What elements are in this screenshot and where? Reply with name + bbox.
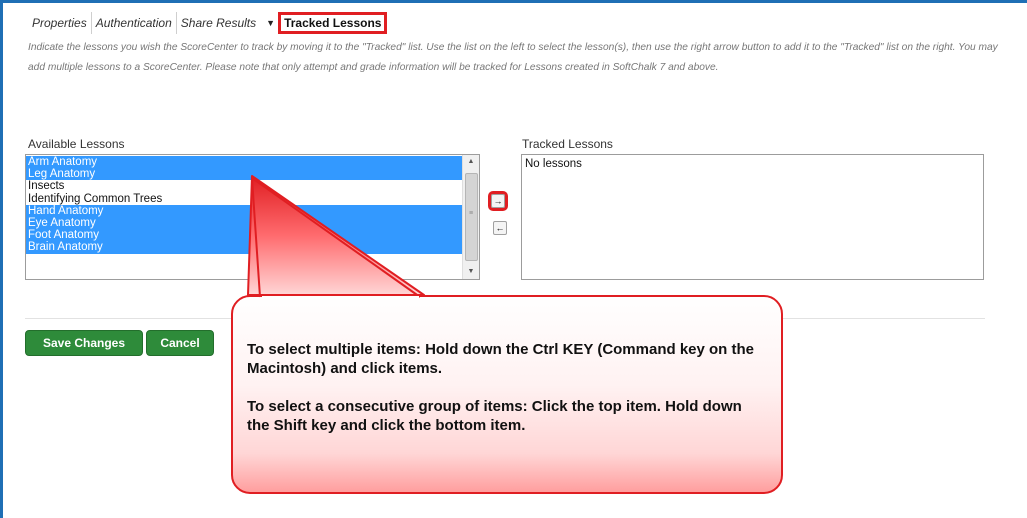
scrollbar-thumb[interactable]: ≡ bbox=[465, 173, 478, 261]
scroll-down-arrow-icon[interactable]: ▼ bbox=[463, 265, 479, 279]
scroll-up-arrow-icon[interactable]: ▲ bbox=[463, 155, 479, 169]
lesson-option[interactable]: Leg Anatomy bbox=[26, 168, 462, 181]
lesson-option[interactable]: Identifying Common Trees bbox=[26, 193, 462, 205]
listbox-scrollbar[interactable]: ▲ ≡ ▼ bbox=[462, 155, 479, 279]
lesson-option[interactable]: Eye Anatomy bbox=[26, 216, 462, 230]
lesson-option[interactable]: Insects bbox=[26, 180, 462, 192]
tracked-empty-text: No lessons bbox=[525, 158, 582, 170]
tab-share-results[interactable]: Share Results bbox=[175, 12, 260, 34]
lesson-option[interactable]: Arm Anatomy bbox=[26, 156, 462, 169]
instructions-text: Indicate the lessons you wish the ScoreC… bbox=[28, 42, 998, 73]
arrow-left-icon: ← bbox=[495, 223, 505, 233]
scrollbar-grip-icon: ≡ bbox=[469, 210, 474, 217]
add-to-tracked-button[interactable]: → bbox=[488, 191, 508, 211]
window-left-border bbox=[0, 0, 3, 518]
tracked-lessons-listbox[interactable]: No lessons bbox=[521, 154, 984, 280]
tab-properties[interactable]: Properties bbox=[28, 12, 91, 34]
callout-line-multiple: To select multiple items: Hold down the … bbox=[247, 341, 755, 377]
available-lessons-label: Available Lessons bbox=[28, 137, 125, 151]
tab-authentication[interactable]: Authentication bbox=[90, 12, 176, 34]
lesson-option[interactable]: Brain Anatomy bbox=[26, 241, 462, 254]
callout-line-consecutive: To select a consecutive group of items: … bbox=[247, 398, 742, 434]
save-changes-button[interactable]: Save Changes bbox=[25, 330, 143, 356]
remove-from-tracked-button[interactable]: ← bbox=[493, 221, 507, 235]
callout-text: To select multiple items: Hold down the … bbox=[247, 340, 767, 454]
window-top-border bbox=[0, 0, 1027, 3]
tab-tracked-lessons[interactable]: Tracked Lessons bbox=[278, 12, 388, 34]
available-lessons-listbox[interactable]: Arm Anatomy Leg Anatomy Insects Identifying… bbox=[25, 154, 480, 280]
available-lessons-options: Arm Anatomy Leg Anatomy Insects Identifying… bbox=[26, 156, 462, 254]
tab-bar: Properties Authentication Share Results … bbox=[28, 12, 388, 34]
arrow-right-icon: → bbox=[493, 196, 503, 206]
caret-down-icon: ▼ bbox=[266, 18, 276, 28]
lesson-option[interactable]: Hand Anatomy bbox=[26, 204, 462, 217]
divider bbox=[25, 318, 985, 319]
cancel-button[interactable]: Cancel bbox=[146, 330, 214, 356]
tracked-lessons-label: Tracked Lessons bbox=[522, 137, 613, 151]
lesson-option[interactable]: Foot Anatomy bbox=[26, 229, 462, 242]
